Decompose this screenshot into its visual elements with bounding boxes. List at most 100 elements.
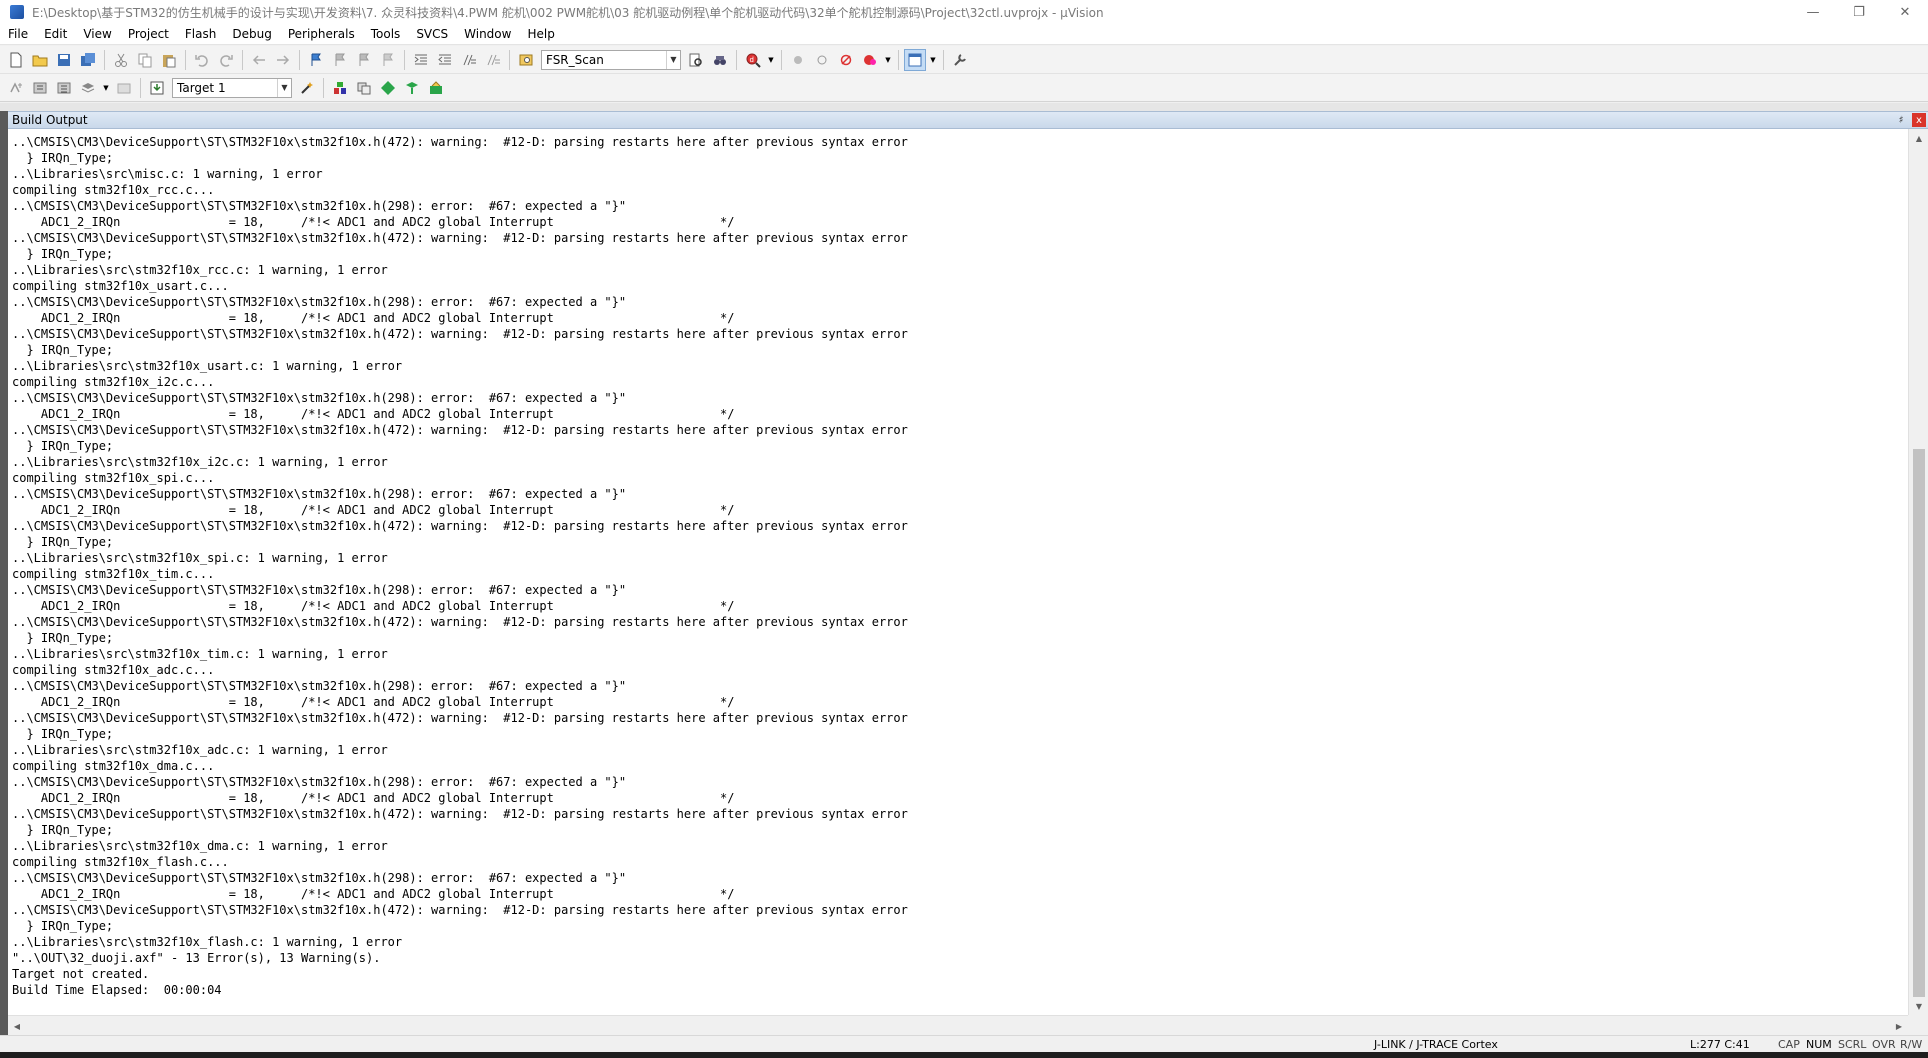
uncomment-button[interactable] <box>482 49 504 71</box>
open-file-button[interactable] <box>29 49 51 71</box>
incremental-find-button[interactable] <box>685 49 707 71</box>
restore-button[interactable]: ❐ <box>1836 0 1882 24</box>
pack-installer-button[interactable] <box>401 77 423 99</box>
output-line: ..\CMSIS\CM3\DeviceSupport\ST\STM32F10x\… <box>12 135 908 149</box>
indent-button[interactable] <box>410 49 432 71</box>
navigate-forward-button[interactable] <box>272 49 294 71</box>
output-line: ..\CMSIS\CM3\DeviceSupport\ST\STM32F10x\… <box>12 519 908 533</box>
menu-peripherals[interactable]: Peripherals <box>280 24 363 45</box>
batch-dropdown-button[interactable]: ▼ <box>101 77 111 99</box>
scroll-up-icon[interactable]: ▲ <box>1909 129 1928 147</box>
new-file-button[interactable] <box>5 49 27 71</box>
build-toolbar: ▼ Target 1 ▼ <box>0 74 1928 102</box>
copy-button[interactable] <box>134 49 156 71</box>
output-line: ..\Libraries\src\misc.c: 1 warning, 1 er… <box>12 167 323 181</box>
next-bookmark-button[interactable] <box>353 49 375 71</box>
output-line: ..\CMSIS\CM3\DeviceSupport\ST\STM32F10x\… <box>12 807 908 821</box>
manage-project-items-button[interactable] <box>329 77 351 99</box>
clear-bookmarks-button[interactable] <box>377 49 399 71</box>
pane-splitter[interactable] <box>0 103 1928 111</box>
translate-icon <box>10 81 22 92</box>
prev-bookmark-button[interactable] <box>329 49 351 71</box>
undo-button[interactable] <box>191 49 213 71</box>
configure-button[interactable] <box>949 49 971 71</box>
target-options-button[interactable] <box>296 77 318 99</box>
chevron-down-icon[interactable]: ▼ <box>277 78 291 97</box>
find-in-files-button[interactable] <box>515 49 537 71</box>
output-line: ADC1_2_IRQn = 18, /*!< ADC1 and ADC2 glo… <box>12 599 735 613</box>
toolbar-separator <box>299 49 300 70</box>
horizontal-scrollbar[interactable]: ◀ ▶ <box>8 1015 1908 1035</box>
cut-button[interactable] <box>110 49 132 71</box>
save-all-button[interactable] <box>77 49 99 71</box>
menu-window[interactable]: Window <box>456 24 519 45</box>
comment-button[interactable] <box>458 49 480 71</box>
unindent-button[interactable] <box>434 49 456 71</box>
find-combo[interactable]: FSR_Scan ▼ <box>541 49 681 70</box>
unindent-icon <box>438 54 451 64</box>
disable-all-breakpoints-button[interactable] <box>835 49 857 71</box>
minimize-button[interactable]: — <box>1790 0 1836 24</box>
toolbar-separator <box>140 77 141 98</box>
batch-build-icon <box>81 82 95 93</box>
build-button[interactable] <box>29 77 51 99</box>
output-line: ..\Libraries\src\stm32f10x_spi.c: 1 warn… <box>12 551 388 565</box>
menu-tools[interactable]: Tools <box>363 24 409 45</box>
enable-breakpoint-button[interactable] <box>811 49 833 71</box>
scroll-down-icon[interactable]: ▼ <box>1909 997 1928 1015</box>
translate-button[interactable] <box>5 77 27 99</box>
layout-dropdown-button[interactable]: ▼ <box>928 49 938 71</box>
manage-multi-project-button[interactable] <box>353 77 375 99</box>
redo-button[interactable] <box>215 49 237 71</box>
build-output-text[interactable]: ..\CMSIS\CM3\DeviceSupport\ST\STM32F10x\… <box>8 129 1908 1015</box>
wrench-icon <box>954 53 966 66</box>
scroll-right-icon[interactable]: ▶ <box>1890 1016 1908 1036</box>
find-replace-button[interactable] <box>709 49 731 71</box>
target-combo[interactable]: Target 1 ▼ <box>172 77 292 98</box>
menu-file[interactable]: File <box>0 24 36 45</box>
debug-dropdown-button[interactable]: ▼ <box>766 49 776 71</box>
pin-icon[interactable]: ♯ <box>1894 113 1908 127</box>
paste-button[interactable] <box>158 49 180 71</box>
insert-bookmark-button[interactable] <box>305 49 327 71</box>
close-window-button[interactable]: ✕ <box>1882 0 1928 24</box>
start-debug-button[interactable]: d <box>742 49 764 71</box>
toolbar-separator <box>104 49 105 70</box>
kill-all-breakpoints-button[interactable] <box>859 49 881 71</box>
select-software-packs-button[interactable] <box>377 77 399 99</box>
toolbar-separator <box>943 49 944 70</box>
folder-open-icon <box>32 55 48 66</box>
menu-help[interactable]: Help <box>519 24 562 45</box>
insert-breakpoint-button[interactable] <box>787 49 809 71</box>
rebuild-button[interactable] <box>53 77 75 99</box>
green-diamond-icon <box>381 80 395 95</box>
menu-flash[interactable]: Flash <box>177 24 224 45</box>
close-panel-button[interactable]: x <box>1912 113 1926 127</box>
save-button[interactable] <box>53 49 75 71</box>
scroll-thumb[interactable] <box>1913 449 1925 997</box>
comment-icon <box>463 54 476 65</box>
scroll-left-icon[interactable]: ◀ <box>8 1016 26 1036</box>
menu-project[interactable]: Project <box>120 24 177 45</box>
run-time-environment-button[interactable] <box>425 77 447 99</box>
output-line: "..\OUT\32_duoji.axf" - 13 Error(s), 13 … <box>12 951 381 965</box>
download-button[interactable] <box>146 77 168 99</box>
menu-svcs[interactable]: SVCS <box>408 24 456 45</box>
chevron-down-icon[interactable]: ▼ <box>666 50 680 69</box>
menu-edit[interactable]: Edit <box>36 24 75 45</box>
menu-debug[interactable]: Debug <box>224 24 279 45</box>
window-layout-button[interactable] <box>904 48 926 71</box>
scroll-lock-indicator: SCRL <box>1838 1038 1867 1051</box>
output-line: ..\CMSIS\CM3\DeviceSupport\ST\STM32F10x\… <box>12 775 627 789</box>
output-line: compiling stm32f10x_adc.c... <box>12 663 215 677</box>
navigate-back-button[interactable] <box>248 49 270 71</box>
stop-build-button[interactable] <box>113 77 135 99</box>
menu-view[interactable]: View <box>75 24 119 45</box>
chevron-down-icon: ▼ <box>885 55 891 64</box>
bookmark-clear-icon <box>383 53 393 66</box>
batch-build-button[interactable] <box>77 77 99 99</box>
bookmark-flag-icon <box>311 53 321 66</box>
vertical-scrollbar[interactable]: ▲ ▼ <box>1908 129 1928 1015</box>
breakpoints-dropdown-button[interactable]: ▼ <box>883 49 893 71</box>
output-line: ADC1_2_IRQn = 18, /*!< ADC1 and ADC2 glo… <box>12 887 735 901</box>
